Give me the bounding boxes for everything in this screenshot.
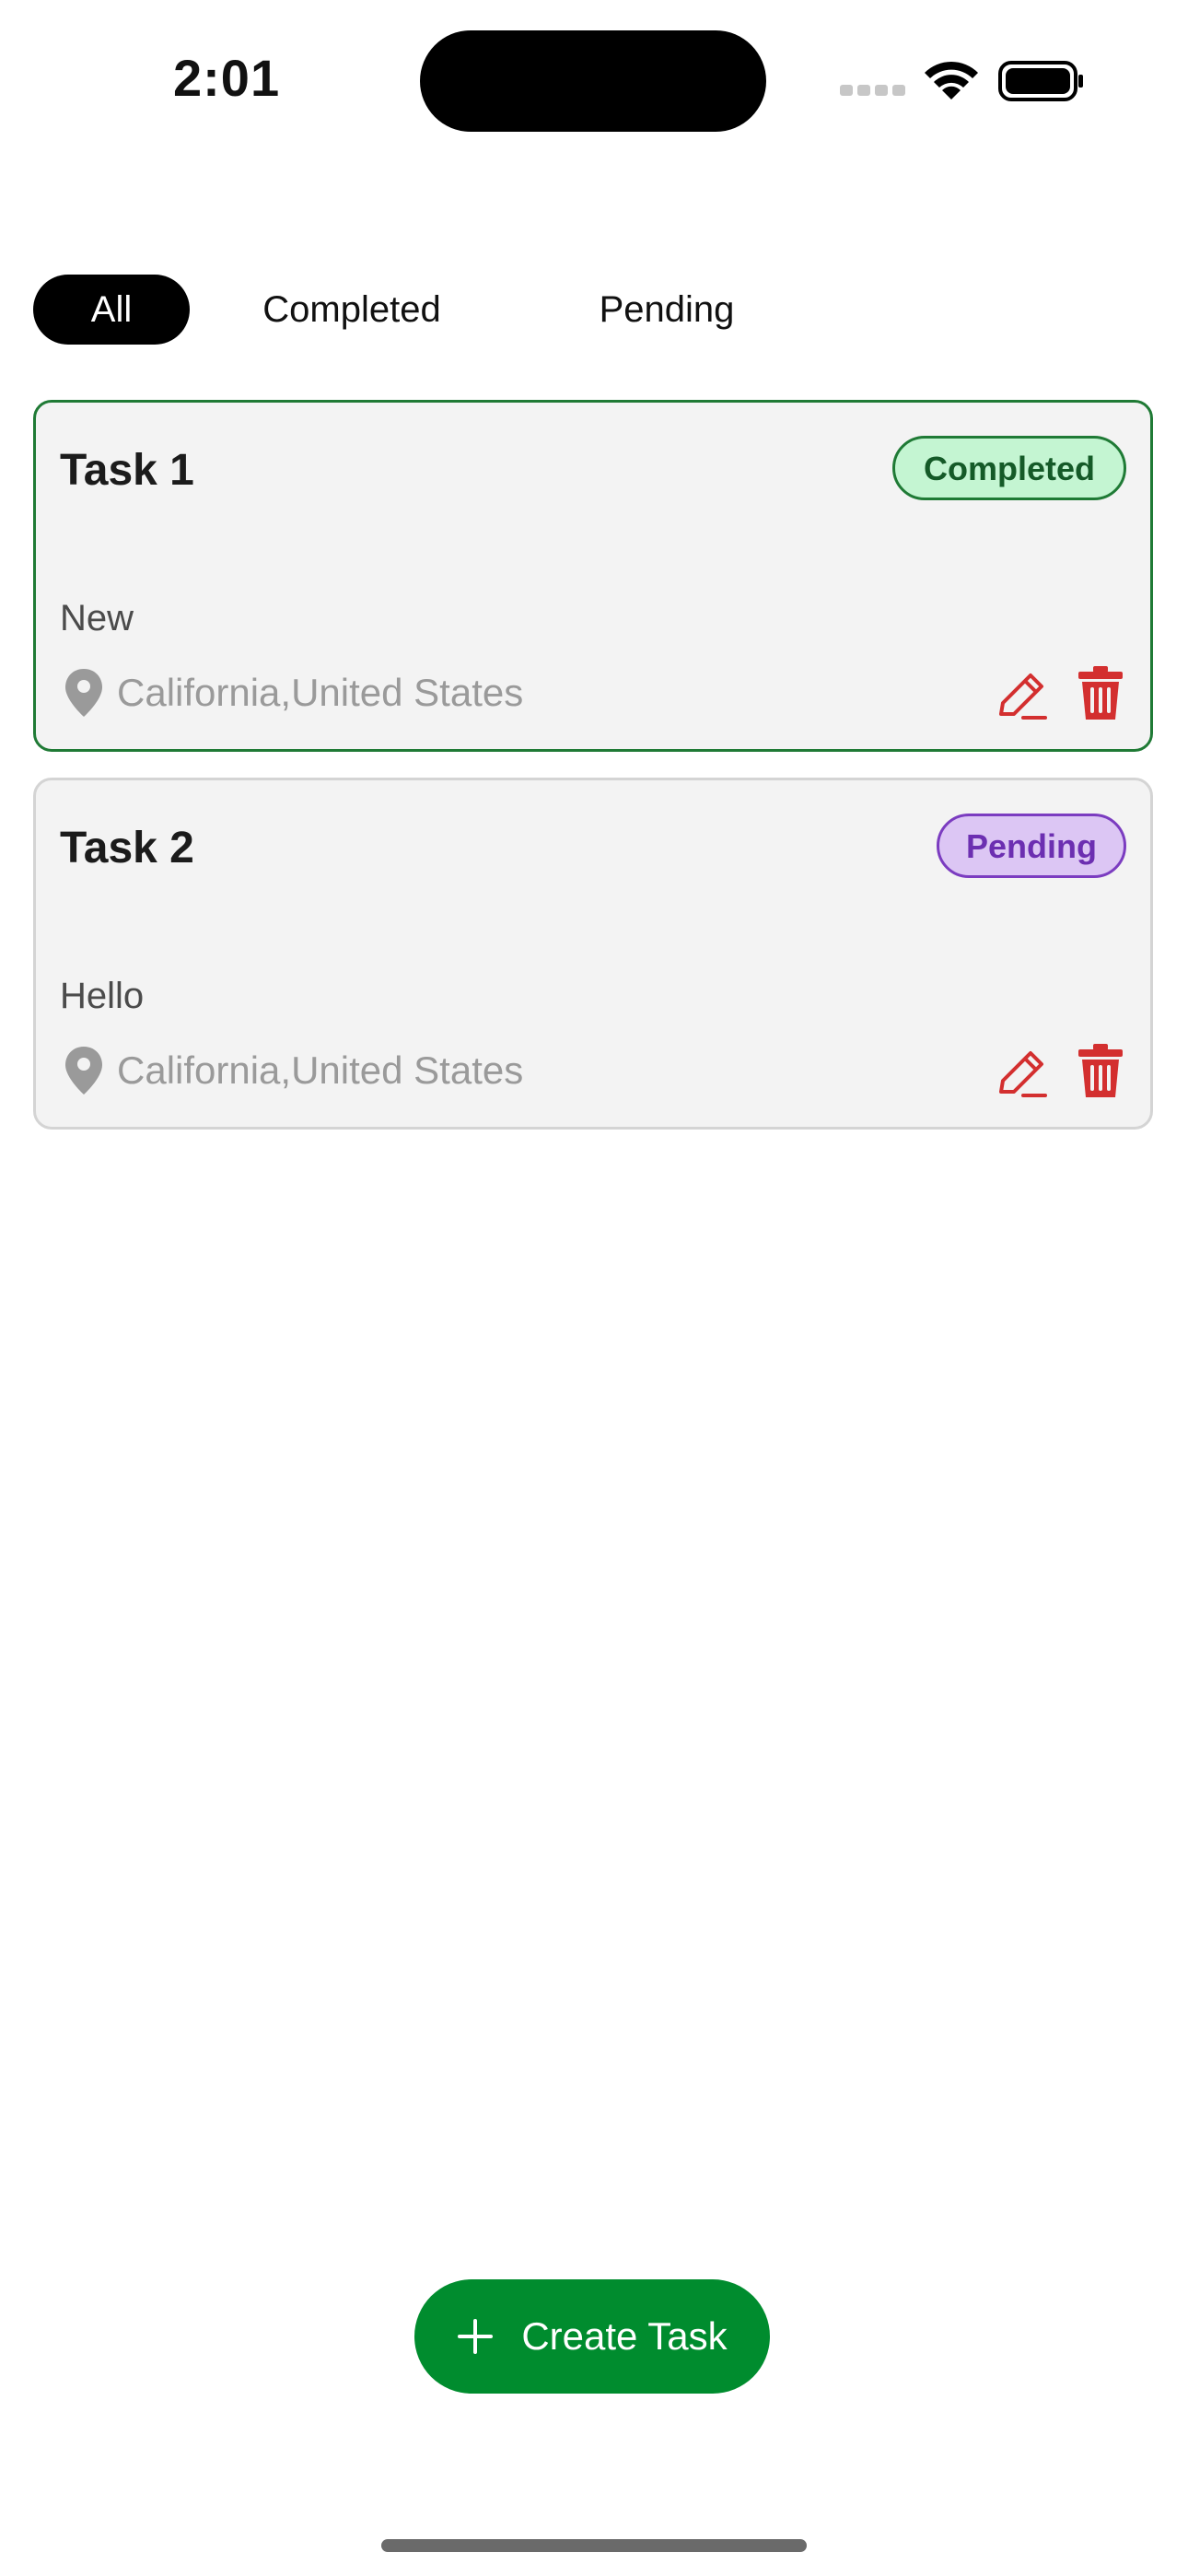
location-text: California,United States <box>117 1048 524 1092</box>
task-location: California,United States <box>64 664 523 721</box>
wifi-icon <box>925 61 978 100</box>
edit-pencil-icon[interactable] <box>994 1046 1049 1101</box>
status-time: 2:01 <box>173 49 281 107</box>
task-title: Task 1 <box>60 446 194 495</box>
task-location: California,United States <box>64 1042 523 1099</box>
dynamic-island <box>420 30 766 132</box>
location-pin-icon <box>65 669 102 717</box>
plus-icon <box>458 2319 494 2354</box>
home-indicator[interactable] <box>381 2539 807 2552</box>
create-task-button[interactable]: Create Task <box>414 2279 770 2394</box>
task-description: Hello <box>60 976 145 1016</box>
edit-pencil-icon[interactable] <box>994 668 1049 723</box>
task-card[interactable]: Task 1 Completed New California,United S… <box>33 400 1153 752</box>
trash-icon[interactable] <box>1077 1042 1124 1099</box>
location-text: California,United States <box>117 671 524 714</box>
create-task-label: Create Task <box>521 2314 728 2358</box>
trash-icon[interactable] <box>1077 664 1124 721</box>
filter-completed[interactable]: Completed <box>230 275 473 345</box>
signal-icon <box>840 85 906 98</box>
status-badge: Pending <box>937 814 1126 878</box>
task-description: New <box>60 598 134 638</box>
filter-pending[interactable]: Pending <box>560 275 774 345</box>
filter-tabs: All Completed Pending <box>33 275 1138 345</box>
task-title: Task 2 <box>60 824 194 872</box>
battery-icon <box>998 61 1083 101</box>
filter-all[interactable]: All <box>33 275 190 345</box>
task-card[interactable]: Task 2 Pending Hello California,United S… <box>33 778 1153 1130</box>
status-badge: Completed <box>892 436 1126 500</box>
location-pin-icon <box>65 1047 102 1095</box>
